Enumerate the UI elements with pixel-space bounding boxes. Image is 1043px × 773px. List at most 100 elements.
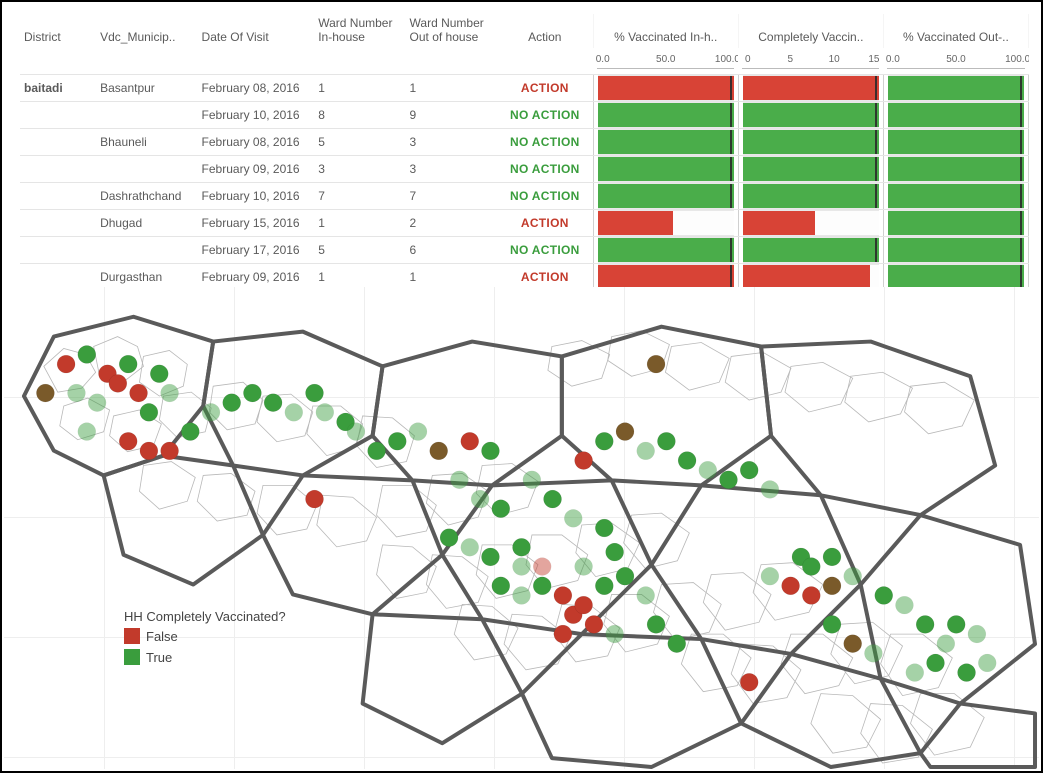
map-point[interactable] — [595, 577, 613, 595]
map-point[interactable] — [533, 577, 551, 595]
table-row[interactable]: DhugadFebruary 15, 201612ACTION — [20, 210, 1029, 237]
table-row[interactable]: February 10, 201689NO ACTION — [20, 102, 1029, 129]
map-point[interactable] — [347, 423, 365, 441]
table-row[interactable]: February 09, 201633NO ACTION — [20, 156, 1029, 183]
map-point[interactable] — [564, 509, 582, 527]
map-point[interactable] — [782, 577, 800, 595]
map-point[interactable] — [895, 596, 913, 614]
map-point[interactable] — [802, 587, 820, 605]
map-point[interactable] — [67, 384, 85, 402]
map-point[interactable] — [513, 538, 531, 556]
map-point[interactable] — [57, 355, 75, 373]
map-point[interactable] — [533, 558, 551, 576]
map-point[interactable] — [492, 577, 510, 595]
map-point[interactable] — [264, 394, 282, 412]
map-point[interactable] — [78, 346, 96, 364]
map-point[interactable] — [761, 481, 779, 499]
col-district[interactable]: District — [20, 14, 96, 48]
map-point[interactable] — [181, 423, 199, 441]
map-point[interactable] — [440, 529, 458, 547]
map-point[interactable] — [481, 548, 499, 566]
map-point[interactable] — [937, 635, 955, 653]
table-row[interactable]: February 17, 201656NO ACTION — [20, 237, 1029, 264]
map-point[interactable] — [78, 423, 96, 441]
map-point[interactable] — [316, 403, 334, 421]
map-point[interactable] — [823, 615, 841, 633]
map-point[interactable] — [947, 615, 965, 633]
map-point[interactable] — [544, 490, 562, 508]
map-point[interactable] — [119, 432, 137, 450]
map-point[interactable] — [430, 442, 448, 460]
map-point[interactable] — [130, 384, 148, 402]
col-pct-out[interactable]: % Vaccinated Out-.. — [883, 14, 1028, 48]
map-point[interactable] — [471, 490, 489, 508]
map-point[interactable] — [140, 403, 158, 421]
map-point[interactable] — [978, 654, 996, 672]
map-point[interactable] — [740, 673, 758, 691]
col-complete[interactable]: Completely Vaccin.. — [738, 14, 883, 48]
map-point[interactable] — [823, 548, 841, 566]
map-point[interactable] — [761, 567, 779, 585]
map-point[interactable] — [575, 558, 593, 576]
col-action[interactable]: Action — [497, 14, 593, 48]
map-point[interactable] — [513, 587, 531, 605]
map-point[interactable] — [637, 442, 655, 460]
col-pct-in[interactable]: % Vaccinated In-h.. — [593, 14, 738, 48]
map-point[interactable] — [606, 625, 624, 643]
col-vdc[interactable]: Vdc_Municip.. — [96, 14, 197, 48]
map-point[interactable] — [461, 432, 479, 450]
map-point[interactable] — [927, 654, 945, 672]
map-section[interactable]: HH Completely Vaccinated? False True — [4, 287, 1039, 769]
map-point[interactable] — [916, 615, 934, 633]
map-point[interactable] — [875, 587, 893, 605]
map-point[interactable] — [554, 587, 572, 605]
map-point[interactable] — [88, 394, 106, 412]
map-point[interactable] — [864, 644, 882, 662]
map-point[interactable] — [720, 471, 738, 489]
col-ward-in[interactable]: Ward Number In-house — [314, 14, 405, 48]
map-point[interactable] — [616, 567, 634, 585]
map-point[interactable] — [668, 635, 686, 653]
map-point[interactable] — [306, 384, 324, 402]
map-point[interactable] — [575, 596, 593, 614]
map-point[interactable] — [637, 587, 655, 605]
map-point[interactable] — [823, 577, 841, 595]
map-point[interactable] — [616, 423, 634, 441]
table-row[interactable]: BhauneliFebruary 08, 201653NO ACTION — [20, 129, 1029, 156]
map-point[interactable] — [523, 471, 541, 489]
map-point[interactable] — [740, 461, 758, 479]
map-point[interactable] — [388, 432, 406, 450]
map-point[interactable] — [161, 442, 179, 460]
table-row[interactable]: baitadiBasantpurFebruary 08, 201611ACTIO… — [20, 75, 1029, 102]
map-point[interactable] — [450, 471, 468, 489]
map-point[interactable] — [647, 355, 665, 373]
map-point[interactable] — [513, 558, 531, 576]
map-point[interactable] — [678, 452, 696, 470]
map-point[interactable] — [585, 615, 603, 633]
map-point[interactable] — [647, 615, 665, 633]
map-point[interactable] — [306, 490, 324, 508]
table-row[interactable]: DashrathchandFebruary 10, 201677NO ACTIO… — [20, 183, 1029, 210]
map-point[interactable] — [243, 384, 261, 402]
map-point[interactable] — [968, 625, 986, 643]
map-point[interactable] — [492, 500, 510, 518]
map-point[interactable] — [161, 384, 179, 402]
map-point[interactable] — [657, 432, 675, 450]
map-point[interactable] — [223, 394, 241, 412]
map-point[interactable] — [150, 365, 168, 383]
map-point[interactable] — [606, 543, 624, 561]
map-point[interactable] — [595, 432, 613, 450]
map-point[interactable] — [575, 452, 593, 470]
map-point[interactable] — [140, 442, 158, 460]
map-point[interactable] — [36, 384, 54, 402]
col-ward-out[interactable]: Ward Number Out of house — [406, 14, 497, 48]
map-point[interactable] — [844, 567, 862, 585]
map-point[interactable] — [202, 403, 220, 421]
map-point[interactable] — [119, 355, 137, 373]
map-point[interactable] — [906, 664, 924, 682]
map-point[interactable] — [481, 442, 499, 460]
map-point[interactable] — [595, 519, 613, 537]
col-date[interactable]: Date Of Visit — [198, 14, 315, 48]
map-point[interactable] — [958, 664, 976, 682]
map-point[interactable] — [368, 442, 386, 460]
